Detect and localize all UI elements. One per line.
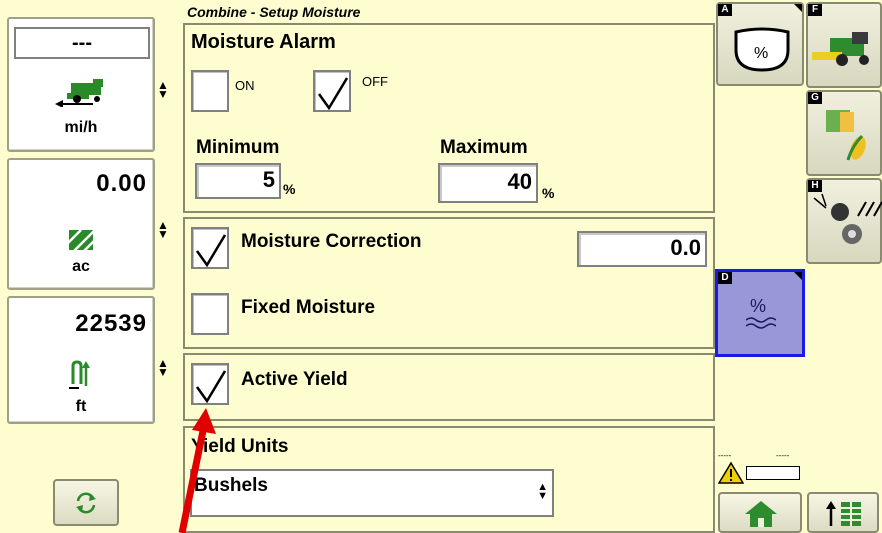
checkmark-icon <box>195 370 227 403</box>
combine-speed-icon <box>53 79 109 112</box>
speed-unit: mi/h <box>64 119 98 136</box>
combine-icon <box>812 32 869 66</box>
moisture-waves-icon <box>746 317 776 329</box>
moisture-correction-checkbox[interactable] <box>191 227 229 269</box>
button-d-moisture[interactable]: D % <box>715 269 805 357</box>
alarm-on-checkbox[interactable] <box>191 70 229 112</box>
fan-rotor-icon <box>813 193 882 244</box>
minimum-input[interactable]: 5 <box>195 163 281 199</box>
button-f[interactable]: F <box>806 2 882 88</box>
active-yield-panel: Active Yield <box>183 353 715 421</box>
field-crop-icon <box>826 110 866 161</box>
moisture-correction-panel: Moisture Correction 0.0 Fixed Moisture <box>183 217 715 349</box>
minimum-label: Minimum <box>196 137 280 158</box>
maximum-percent: % <box>542 185 555 201</box>
checkmark-icon <box>317 77 349 110</box>
height-panel[interactable]: 22539 ft <box>7 296 155 424</box>
height-updown-arrow[interactable]: ▲ ▼ <box>157 357 169 378</box>
speed-updown-arrow[interactable]: ▲ ▼ <box>157 79 169 100</box>
minimum-percent: % <box>283 181 296 197</box>
alarm-off-label: OFF <box>362 74 388 89</box>
refresh-icon <box>76 492 96 513</box>
alarm-off-checkbox[interactable] <box>313 70 351 112</box>
header-height-icon <box>69 360 93 395</box>
height-value: 22539 <box>75 310 147 337</box>
red-arrow-annotation <box>178 408 216 533</box>
moisture-alarm-panel: Moisture Alarm ON OFF Minimum 5 % Maximu… <box>183 23 715 213</box>
refresh-button[interactable] <box>53 479 119 526</box>
moisture-tank-icon: % <box>734 27 790 72</box>
active-yield-label: Active Yield <box>241 369 348 390</box>
maximum-label: Maximum <box>440 137 528 158</box>
moisture-correction-label: Moisture Correction <box>241 231 422 252</box>
moisture-percent-icon: % <box>746 296 776 332</box>
active-yield-checkbox[interactable] <box>191 363 229 405</box>
button-a-letter: A <box>718 4 732 16</box>
dropdown-arrows-icon: ▲ ▼ <box>537 481 548 502</box>
moisture-percent-symbol: % <box>750 296 767 316</box>
moisture-correction-input[interactable]: 0.0 <box>577 231 707 267</box>
alarm-on-label: ON <box>235 78 255 93</box>
area-panel[interactable]: 0.00 ac <box>7 158 155 290</box>
status-dash-left: ----- <box>718 451 732 460</box>
warning-icon <box>717 461 745 489</box>
button-f-letter: F <box>808 4 822 16</box>
fixed-moisture-label: Fixed Moisture <box>241 297 376 318</box>
home-icon <box>745 501 777 527</box>
height-unit: ft <box>75 398 87 415</box>
area-icon <box>66 229 98 255</box>
button-h[interactable]: H <box>806 178 882 264</box>
page-title: Combine - Setup Moisture <box>187 4 361 20</box>
area-unit: ac <box>72 258 90 275</box>
speed-value: --- <box>14 27 150 59</box>
button-d-corner <box>794 272 802 280</box>
area-value: 0.00 <box>96 170 147 197</box>
button-g-letter: G <box>808 92 822 104</box>
yield-units-dropdown[interactable]: Bushels ▲ ▼ <box>190 469 554 517</box>
home-button[interactable] <box>718 492 802 533</box>
button-a-corner <box>794 4 802 12</box>
menu-button[interactable] <box>807 492 879 533</box>
button-d-letter: D <box>718 272 732 284</box>
checkmark-icon <box>195 234 227 267</box>
svg-text:%: % <box>754 45 768 62</box>
fixed-moisture-checkbox[interactable] <box>191 293 229 335</box>
menu-up-icon <box>826 501 861 526</box>
speed-panel[interactable]: --- mi/h <box>7 17 155 152</box>
moisture-alarm-title: Moisture Alarm <box>191 31 336 53</box>
button-h-letter: H <box>808 180 822 192</box>
button-a[interactable]: A % <box>716 2 804 86</box>
button-g[interactable]: G <box>806 90 882 176</box>
warning-level-bar <box>746 466 800 480</box>
status-dash-right: ----- <box>776 451 790 460</box>
area-updown-arrow[interactable]: ▲ ▼ <box>157 219 169 240</box>
maximum-input[interactable]: 40 <box>438 163 538 203</box>
